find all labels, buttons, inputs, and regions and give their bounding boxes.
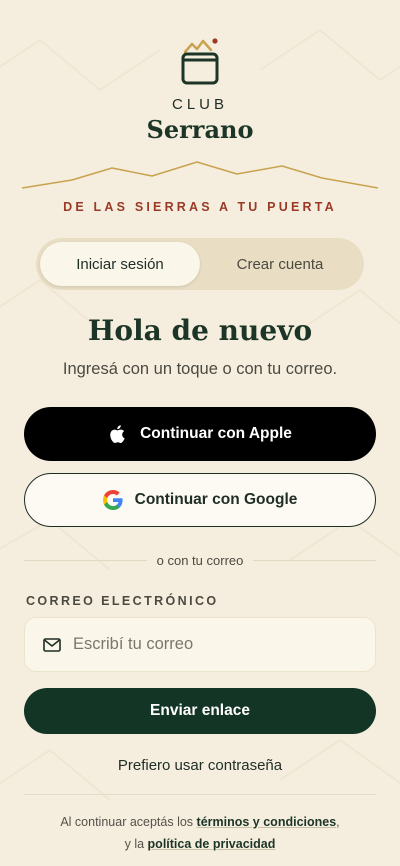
apple-signin-button[interactable]: Continuar con Apple — [24, 407, 376, 461]
google-icon — [102, 490, 123, 510]
divider-line-right — [253, 559, 376, 561]
brand-logo: CLUB Serrano — [0, 36, 400, 144]
mountain-divider — [22, 161, 378, 189]
use-password-link[interactable]: Prefiero usar contraseña — [0, 757, 400, 774]
mail-icon — [43, 637, 61, 652]
footer-divider — [24, 794, 376, 795]
brand-name: Serrano — [146, 115, 254, 144]
google-signin-button[interactable]: Continuar con Google — [24, 473, 376, 527]
send-link-label: Enviar enlace — [150, 702, 250, 719]
send-link-button[interactable]: Enviar enlace — [24, 688, 376, 734]
auth-tabs: Iniciar sesión Crear cuenta — [36, 238, 364, 290]
login-screen: CLUB Serrano DE LAS SIERRAS A TU PUERTA … — [0, 0, 400, 866]
privacy-link[interactable]: política de privacidad — [148, 837, 276, 851]
google-signin-label: Continuar con Google — [134, 491, 298, 508]
divider-text: o con tu correo — [156, 552, 244, 568]
page-subtitle: Ingresá con un toque o con tu correo. — [62, 360, 338, 378]
divider-line-left — [24, 559, 147, 561]
terms-link[interactable]: términos y condiciones — [197, 815, 337, 829]
brand-club: CLUB — [171, 96, 228, 113]
tab-login[interactable]: Iniciar sesión — [40, 242, 200, 286]
basket-mountain-icon — [181, 38, 219, 85]
email-divider: o con tu correo — [24, 552, 376, 568]
legal-text: Al continuar aceptás los términos y cond… — [60, 811, 340, 855]
email-input[interactable] — [73, 635, 343, 654]
email-label: CORREO ELECTRÓNICO — [26, 594, 219, 608]
email-field-container — [24, 617, 376, 672]
apple-icon — [108, 423, 128, 445]
tab-signup[interactable]: Crear cuenta — [200, 242, 360, 286]
legal-prefix: Al continuar aceptás los — [60, 815, 197, 829]
apple-signin-label: Continuar con Apple — [140, 425, 292, 442]
page-title: Hola de nuevo — [87, 314, 313, 347]
brand-tagline: DE LAS SIERRAS A TU PUERTA — [63, 200, 337, 214]
